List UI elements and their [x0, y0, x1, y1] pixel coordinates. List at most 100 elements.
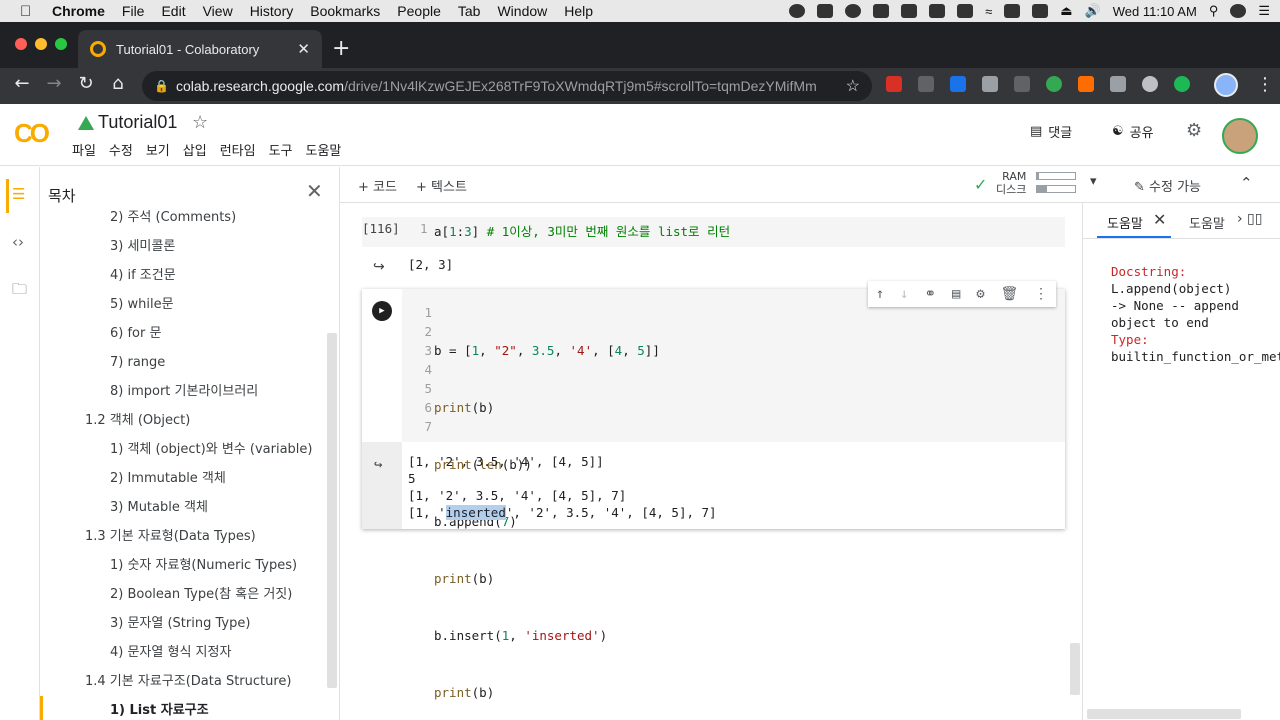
- back-icon[interactable]: ←: [10, 73, 34, 94]
- close-window-button[interactable]: [15, 38, 27, 50]
- sync-icon[interactable]: [845, 4, 862, 18]
- toc-icon[interactable]: ☰: [12, 185, 25, 203]
- menu-edit[interactable]: Edit: [161, 3, 185, 19]
- selected-text[interactable]: inserted: [445, 505, 506, 520]
- extension-icon[interactable]: [1014, 76, 1030, 92]
- minimize-window-button[interactable]: [35, 38, 47, 50]
- menu-file[interactable]: File: [122, 3, 145, 19]
- lock-icon[interactable]: 🔒: [154, 79, 169, 93]
- share-button[interactable]: ☯ 공유: [1112, 122, 1154, 141]
- chrome-profile-avatar[interactable]: [1214, 73, 1238, 97]
- code-cell-active[interactable]: ▶ ↑ ↓ ⚭ ▤ ⚙ 🗑 ⋮ 1 2 3 4 5 6 7 b = [1, "2…: [362, 281, 1065, 700]
- menu-help-kr[interactable]: 도움말: [306, 140, 342, 159]
- folder-icon[interactable]: 🗀: [12, 279, 27, 304]
- close-icon[interactable]: ✕: [1153, 210, 1166, 229]
- volume-icon[interactable]: 🔊: [1085, 3, 1101, 19]
- toc-item[interactable]: 3) 문자열 (String Type): [40, 609, 330, 638]
- menu-window[interactable]: Window: [497, 3, 547, 19]
- toc-section[interactable]: 1.4 기본 자료구조(Data Structure): [40, 667, 330, 696]
- menu-help[interactable]: Help: [564, 3, 593, 19]
- menu-people[interactable]: People: [397, 3, 441, 19]
- comment-button[interactable]: ▤ 댓글: [1030, 122, 1072, 141]
- dropbox-icon[interactable]: [817, 4, 834, 18]
- disk-meter[interactable]: [1036, 185, 1076, 193]
- toc-item[interactable]: 4) 문자열 형식 지정자: [40, 638, 330, 667]
- toc-item[interactable]: 1) 숫자 자료형(Numeric Types): [40, 551, 330, 580]
- app-menu[interactable]: Chrome: [52, 3, 105, 19]
- drive-icon[interactable]: [78, 116, 94, 130]
- extension-icon[interactable]: [950, 76, 966, 92]
- bluetooth-icon[interactable]: [957, 4, 974, 18]
- record-icon[interactable]: [873, 4, 890, 18]
- star-icon[interactable]: ☆: [192, 112, 208, 133]
- menu-file-kr[interactable]: 파일: [72, 140, 96, 159]
- close-icon[interactable]: ✕: [306, 179, 323, 203]
- code-snippets-icon[interactable]: ‹›: [12, 233, 24, 251]
- extension-icon[interactable]: [1046, 76, 1062, 92]
- stop-icon[interactable]: [789, 4, 806, 18]
- more-vert-icon[interactable]: ⋮: [1034, 286, 1048, 302]
- wifi-icon[interactable]: ≈: [985, 4, 992, 19]
- tab-help-2[interactable]: 도움말: [1189, 213, 1225, 232]
- tab-help-active[interactable]: 도움말: [1107, 213, 1143, 232]
- menu-view[interactable]: View: [203, 3, 233, 19]
- output-icon[interactable]: ↪: [374, 457, 382, 473]
- menu-bookmarks[interactable]: Bookmarks: [310, 3, 380, 19]
- browser-tab[interactable]: Tutorial01 - Colaboratory ✕: [78, 30, 322, 68]
- tab-close-icon[interactable]: ✕: [297, 40, 310, 58]
- extension-icon[interactable]: [918, 76, 934, 92]
- menu-runtime-kr[interactable]: 런타임: [220, 140, 256, 159]
- airplay-icon[interactable]: [1004, 4, 1021, 18]
- extension-icon[interactable]: [982, 76, 998, 92]
- toc-section[interactable]: 1.2 객체 (Object): [40, 406, 330, 435]
- spotlight-icon[interactable]: ⚲: [1209, 3, 1219, 19]
- home-icon[interactable]: ⌂: [106, 73, 130, 94]
- code-cell[interactable]: [116] 1 a[1:3] # 1이상, 3미만 번째 원소를 list로 리…: [362, 217, 1065, 247]
- toc-item[interactable]: 3) Mutable 객체: [40, 493, 330, 522]
- move-up-icon[interactable]: ↑: [876, 286, 884, 302]
- lock-status-icon[interactable]: [929, 4, 946, 18]
- toc-item[interactable]: 7) range: [40, 348, 330, 377]
- help-scrollbar[interactable]: [1087, 709, 1241, 719]
- extension-icon[interactable]: [1078, 76, 1094, 92]
- code-line[interactable]: a[1:3] # 1이상, 3미만 번째 원소를 list로 리턴: [434, 221, 730, 240]
- notification-center-icon[interactable]: ☰: [1258, 3, 1270, 19]
- new-tab-button[interactable]: +: [332, 36, 350, 61]
- bookmark-star-icon[interactable]: ☆: [846, 76, 860, 96]
- colab-logo[interactable]: CO: [14, 118, 50, 149]
- extension-icon[interactable]: [1174, 76, 1190, 92]
- toc-item[interactable]: 2) Immutable 객체: [40, 464, 330, 493]
- chevron-up-icon[interactable]: ⌃: [1240, 174, 1253, 192]
- menu-tools-kr[interactable]: 도구: [269, 140, 293, 159]
- input-source-icon[interactable]: [1032, 4, 1049, 18]
- add-code-button[interactable]: + 코드: [358, 176, 397, 195]
- apple-icon[interactable]: : [20, 3, 38, 20]
- forward-icon[interactable]: →: [42, 73, 66, 94]
- output-icon[interactable]: ↪: [373, 259, 385, 275]
- menu-history[interactable]: History: [250, 3, 294, 19]
- toc-item[interactable]: 2) 주석 (Comments): [40, 203, 330, 232]
- menu-tab[interactable]: Tab: [458, 3, 481, 19]
- ram-meter[interactable]: [1036, 172, 1076, 180]
- toc-item[interactable]: 5) while문: [40, 290, 330, 319]
- avatar[interactable]: [1222, 118, 1258, 154]
- run-cell-button[interactable]: ▶: [372, 301, 392, 321]
- extension-icon[interactable]: [886, 76, 902, 92]
- chevron-right-icon[interactable]: › ▯▯: [1237, 211, 1262, 227]
- gear-icon[interactable]: ⚙: [1186, 120, 1202, 141]
- toc-item-current[interactable]: 1) List 자료구조: [40, 696, 330, 720]
- extension-icon[interactable]: [1142, 76, 1158, 92]
- toc-item[interactable]: 1) 객체 (object)와 변수 (variable): [40, 435, 330, 464]
- siri-icon[interactable]: [1230, 4, 1247, 18]
- notebook-title[interactable]: Tutorial01: [98, 112, 177, 133]
- zoom-window-button[interactable]: [55, 38, 67, 50]
- menu-insert-kr[interactable]: 삽입: [183, 140, 207, 159]
- extension-icon[interactable]: [1110, 76, 1126, 92]
- chevron-down-icon[interactable]: ▾: [1090, 174, 1097, 189]
- gear-icon[interactable]: ⚙: [976, 286, 984, 302]
- trash-icon[interactable]: 🗑: [1000, 286, 1018, 302]
- notebook-scrollbar[interactable]: [1070, 643, 1080, 695]
- toc-section[interactable]: 1.3 기본 자료형(Data Types): [40, 522, 330, 551]
- toc-item[interactable]: 8) import 기본라이브러리: [40, 377, 330, 406]
- reload-icon[interactable]: ↻: [74, 73, 98, 94]
